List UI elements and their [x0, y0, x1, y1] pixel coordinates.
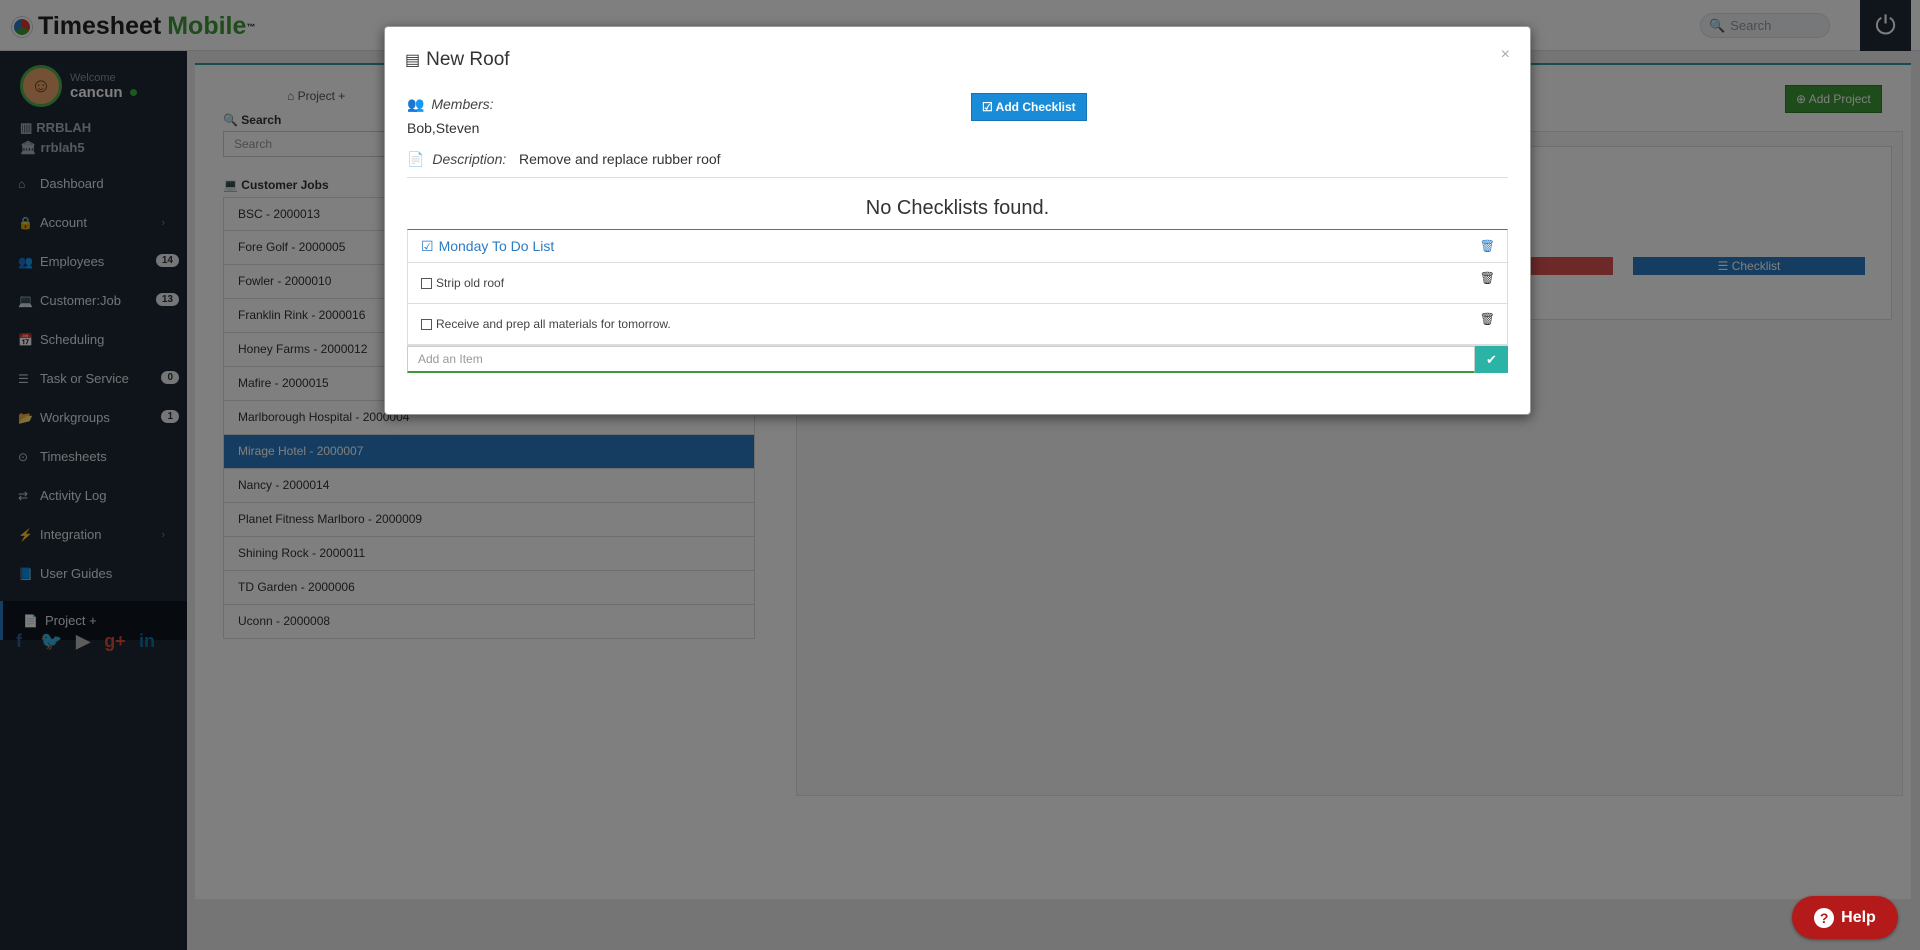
checklist-item: Strip old roof 🗑	[408, 263, 1507, 304]
help-button[interactable]: ? Help	[1792, 896, 1898, 939]
help-label: Help	[1841, 908, 1876, 926]
checklist: ☑ Monday To Do List 🗑 Strip old roof 🗑 Rec…	[407, 229, 1508, 346]
add-item-input[interactable]: Add an Item	[407, 346, 1475, 373]
add-checklist-button[interactable]: ☑ Add Checklist	[971, 93, 1087, 121]
members-value: Bob,Steven	[407, 120, 480, 136]
check-square-icon: ☑	[421, 237, 434, 254]
checklist-title: Monday To Do List	[438, 238, 555, 254]
trash-icon[interactable]: 🗑	[1480, 312, 1495, 326]
checklist-items: Strip old roof 🗑 Receive and prep all mate…	[408, 263, 1507, 345]
check-icon: ✔	[1486, 351, 1497, 367]
add-item-row: Add an Item ✔	[407, 346, 1508, 373]
checklist-header[interactable]: ☑ Monday To Do List 🗑	[408, 230, 1507, 263]
question-icon: ?	[1814, 907, 1835, 928]
file-text-icon: 📄	[407, 151, 425, 167]
add-checklist-label: Add Checklist	[995, 100, 1076, 114]
members-label-text: Members:	[431, 96, 494, 112]
members-label: 👥 Members:	[407, 96, 494, 113]
list-alt-icon: ▤	[405, 52, 421, 69]
users-icon: 👥	[407, 96, 425, 112]
divider	[407, 177, 1508, 178]
description-label: 📄 Description:	[407, 151, 506, 168]
trash-icon[interactable]: 🗑	[1480, 239, 1495, 253]
checkbox[interactable]	[421, 277, 432, 289]
add-item-button[interactable]: ✔	[1475, 346, 1508, 373]
close-icon[interactable]: ×	[1501, 46, 1510, 64]
checklist-item-label: Receive and prep all materials for tomor…	[436, 317, 671, 331]
description-value: Remove and replace rubber roof	[519, 151, 721, 167]
modal-title-text: New Roof	[426, 49, 510, 70]
trash-icon[interactable]: 🗑	[1480, 271, 1495, 285]
project-modal: ▤ New Roof × 👥 Members: Bob,Steven ☑ Add…	[384, 26, 1531, 415]
no-checklists-message: No Checklists found.	[865, 197, 1050, 219]
modal-title: ▤ New Roof	[405, 49, 510, 71]
checklist-item-label: Strip old roof	[436, 276, 505, 290]
edit-check-icon: ☑	[982, 100, 993, 114]
description-label-text: Description:	[432, 151, 507, 167]
checkbox[interactable]	[421, 318, 432, 330]
checklist-item: Receive and prep all materials for tomor…	[408, 304, 1507, 345]
